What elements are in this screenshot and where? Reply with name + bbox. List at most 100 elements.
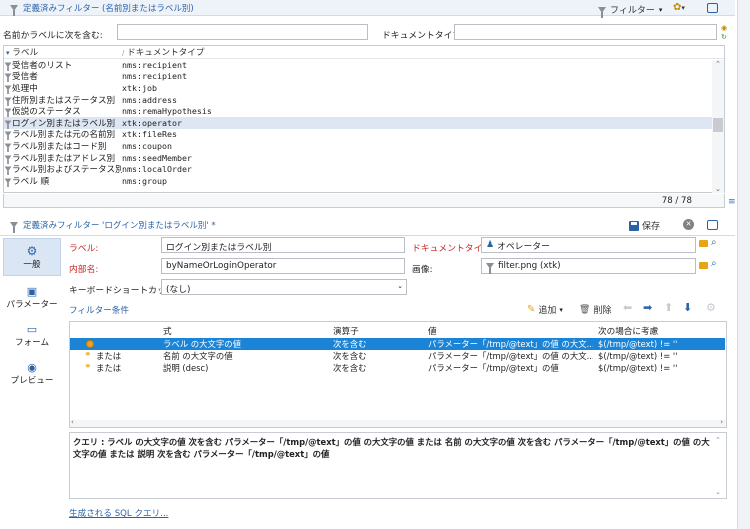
scroll-up-icon[interactable]: ⌃ <box>712 60 724 68</box>
add-button[interactable]: ✎ 追加 ▾ <box>527 303 563 316</box>
tab-form[interactable]: ▭ フォーム <box>3 316 61 354</box>
col-value[interactable]: 値 <box>428 325 437 337</box>
folder-icon[interactable] <box>699 240 708 247</box>
col-doctype-header[interactable]: / ドキュメントタイプ <box>122 46 204 58</box>
tab-preview[interactable]: ◉ プレビュー <box>3 354 61 392</box>
col-expression[interactable]: 式 <box>163 325 172 337</box>
list-item-doctype: nms:address <box>122 94 177 105</box>
list-item[interactable]: 住所別またはステータス別 nms:address <box>4 94 724 106</box>
refresh-icon[interactable]: ↻ <box>721 33 727 41</box>
record-count: 78 / 78 <box>661 196 692 206</box>
col-consider-if[interactable]: 次の場合に考慮 <box>598 325 658 337</box>
settings-icon: ⚙ <box>26 244 38 258</box>
list-item[interactable]: 受信者 nms:recipient <box>4 71 724 83</box>
list-item-doctype: nms:recipient <box>122 71 187 82</box>
list-item-label: ラベル 順 <box>4 175 122 187</box>
top-panel-title: 定義済みフィルター (名前別またはラベル別) <box>23 3 194 14</box>
list-item[interactable]: 仮説のステータス nms:remaHypothesis <box>4 105 724 118</box>
disabled-settings-icon[interactable]: ⚙ <box>706 301 716 314</box>
list-item[interactable]: ログイン別またはラベル別 xtk:operator <box>4 116 724 129</box>
sort-desc-icon: ▾ <box>6 49 10 57</box>
editor-header: 定義済みフィルター 'ログイン別またはラベル別' * <box>0 214 735 236</box>
filter-conditions-link[interactable]: フィルター条件 <box>69 304 129 316</box>
filter-menu-button[interactable]: フィルター ▾ <box>598 3 662 18</box>
close-icon[interactable]: ✕ <box>683 219 694 230</box>
list-item[interactable]: ラベル別またはコード別 nms:coupon <box>4 140 724 152</box>
tab-general[interactable]: ⚙ 一般 <box>3 238 61 276</box>
list-item-label: 受信者のリスト <box>4 59 122 71</box>
scroll-down-icon[interactable]: ⌄ <box>715 488 721 496</box>
folder-icon[interactable] <box>699 262 708 269</box>
list-item-doctype: nms:seedMember <box>122 152 192 163</box>
arrow-up-icon[interactable]: ⬆ <box>664 301 673 314</box>
floppy-icon <box>629 220 639 231</box>
scroll-right-icon[interactable]: › <box>720 418 723 426</box>
generated-sql-link[interactable]: 生成される SQL クエリ... <box>69 507 168 519</box>
doctype-filter-input[interactable] <box>454 24 717 40</box>
condition-value: パラメーター「/tmp/@text」の値 の大文... <box>428 351 593 361</box>
filter-button-label: フィルター <box>610 6 655 16</box>
scroll-up-icon[interactable]: ⌃ <box>715 436 721 444</box>
list-item[interactable]: 受信者のリスト nms:recipient <box>4 59 724 71</box>
name-filter-input[interactable] <box>117 24 368 40</box>
filter-icon <box>4 73 12 83</box>
condition-value: パラメーター「/tmp/@text」の値 の大文... <box>428 339 593 349</box>
condition-row[interactable]: ラベル の大文字の値 次を含む パラメーター「/tmp/@text」の値 の大文..… <box>70 338 725 350</box>
list-item[interactable]: ラベル別または元の名前別 xtk:fileRes <box>4 129 724 141</box>
menu-lines-icon[interactable]: ≡ <box>728 197 736 207</box>
save-button[interactable]: 保存 <box>629 219 660 232</box>
image-input[interactable]: filter.png (xtk) <box>481 258 696 274</box>
doctype-field-input[interactable]: ♟ オペレーター <box>481 237 696 253</box>
list-scrollbar[interactable]: ⌃ ⌄ <box>712 60 724 193</box>
doctype-picker-icon[interactable]: ◉ <box>721 24 727 32</box>
arrow-left-icon[interactable]: ⬅ <box>623 301 632 314</box>
internal-name-input[interactable]: byNameOrLoginOperator <box>161 258 405 274</box>
list-item[interactable]: 処理中 xtk:job <box>4 82 724 94</box>
shortcut-select[interactable]: (なし) ⌄ <box>161 279 407 295</box>
condition-expression: ラベル の大文字の値 <box>163 339 242 349</box>
clipboard-icon: ▣ <box>26 284 38 298</box>
filter-icon <box>10 4 18 16</box>
list-item-doctype: xtk:job <box>122 82 157 93</box>
scroll-down-icon[interactable]: ⌄ <box>712 185 724 193</box>
scroll-left-icon[interactable]: ‹ <box>71 418 74 426</box>
scroll-thumb[interactable] <box>713 118 723 132</box>
filter-icon <box>4 154 12 164</box>
magnifier-icon[interactable]: ⌕ <box>711 237 717 248</box>
filter-icon <box>4 131 12 141</box>
settings-gear-icon[interactable]: ✿▾ <box>673 2 685 13</box>
list-item-label: 受信者 <box>4 70 122 83</box>
condition-consider-if: $(/tmp/@text) != '' <box>598 339 678 349</box>
tab-parameters[interactable]: ▣ パラメーター <box>3 278 61 316</box>
image-label: 画像: <box>412 265 433 275</box>
magnifier-icon[interactable]: ⌕ <box>711 258 717 269</box>
col-operator[interactable]: 演算子 <box>333 325 359 337</box>
grid-header: 式 演算子 値 次の場合に考慮 <box>70 322 726 337</box>
condition-expression: 説明 (desc) <box>163 363 209 373</box>
maximize-icon[interactable] <box>707 220 718 230</box>
list-item[interactable]: ラベル別およびステータス別 nms:localOrder <box>4 163 724 176</box>
arrow-down-icon[interactable]: ⬇ <box>683 301 692 314</box>
arrow-right-icon[interactable]: ➡ <box>643 301 652 314</box>
condition-row[interactable]: ⚭ または 名前 の大文字の値 次を含む パラメーター「/tmp/@text」の値 の大… <box>70 350 725 362</box>
label-field-label: ラベル: <box>69 244 99 254</box>
chevron-down-icon: ⌄ <box>397 282 403 290</box>
delete-button[interactable]: 🗑 削除 <box>579 303 611 317</box>
name-filter-label: 名前かラベルに次を含む: <box>3 31 103 41</box>
right-edge-strip <box>737 0 750 529</box>
col-label-header[interactable]: ▾ ラベル <box>4 46 122 58</box>
list-item[interactable]: ラベル別またはアドレス別 nms:seedMember <box>4 152 724 164</box>
label-field-input[interactable]: ログイン別またはラベル別 <box>161 237 405 253</box>
query-text: クエリ : ラベル の大文字の値 次を含む パラメーター「/tmp/@text」… <box>69 432 727 499</box>
window-icon: ▭ <box>26 322 38 336</box>
grid-hscrollbar[interactable]: ‹ › <box>70 418 726 427</box>
maximize-icon[interactable] <box>707 3 718 13</box>
condition-operator: 次を含む <box>333 339 367 349</box>
list-item[interactable]: ラベル 順 nms:group <box>4 175 724 187</box>
save-label: 保存 <box>642 222 661 232</box>
filter-icon <box>4 178 12 187</box>
list-item-label: ラベル別または元の名前別 <box>4 128 122 141</box>
condition-row[interactable]: ⚭ または 説明 (desc) 次を含む パラメーター「/tmp/@text」の値 $(/… <box>70 362 725 374</box>
list-header: ▾ ラベル / ドキュメントタイプ <box>4 46 724 59</box>
list-item-doctype: nms:coupon <box>122 140 172 151</box>
